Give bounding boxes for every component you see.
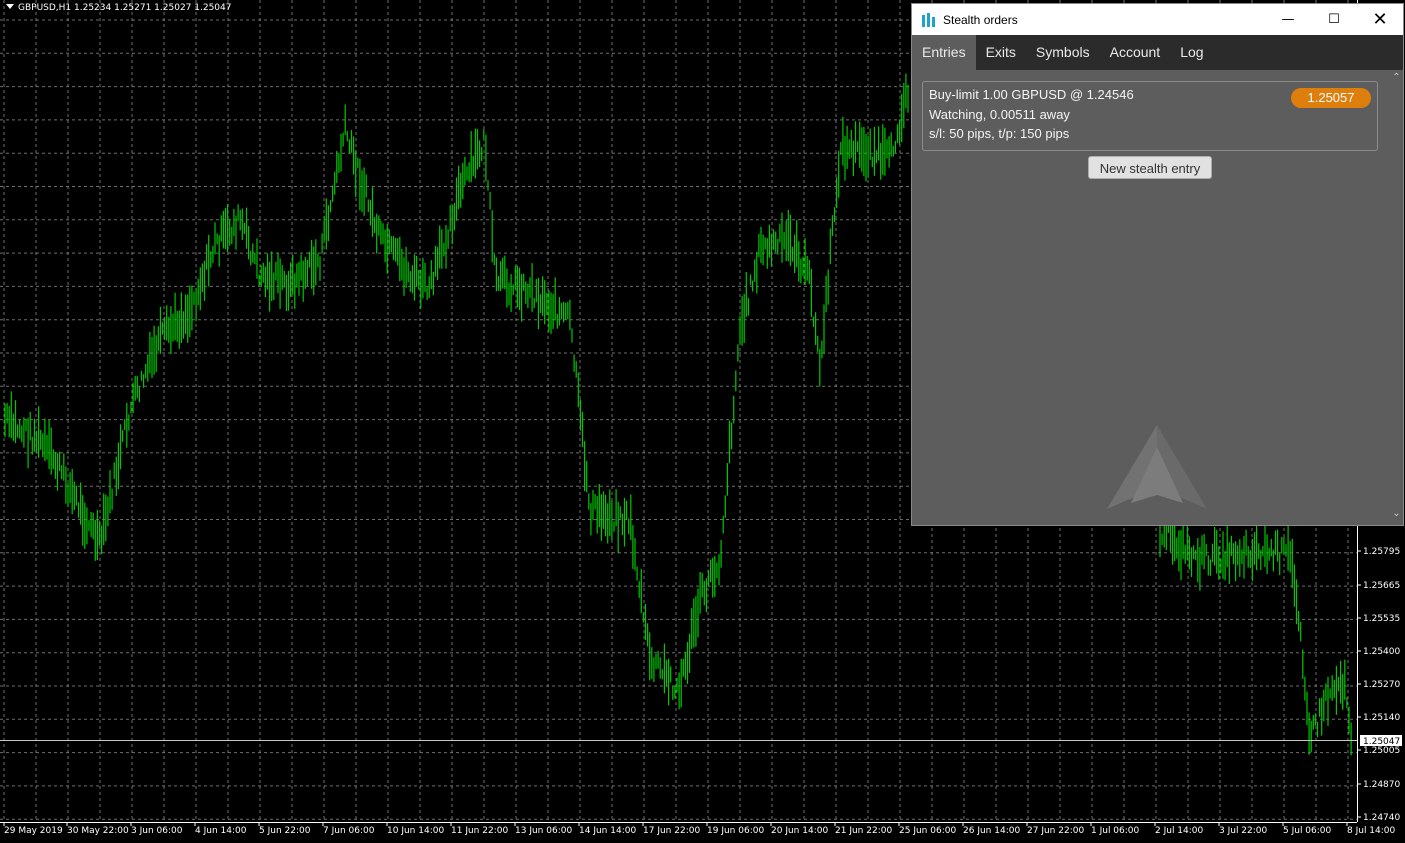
order-status: Watching, 0.00511 away: [929, 107, 1070, 122]
app-logo-icon: [922, 12, 936, 27]
collapse-triangle-icon[interactable]: [6, 4, 14, 9]
tab-symbols[interactable]: Symbols: [1026, 35, 1100, 70]
scrollbar[interactable]: ⌃ ⌄: [1390, 70, 1403, 525]
time-label: 3 Jul 22:00: [1219, 826, 1268, 836]
price-label: 1.24740: [1363, 813, 1400, 823]
tab-exits[interactable]: Exits: [976, 35, 1026, 70]
time-label: 1 Jul 06:00: [1091, 826, 1140, 836]
time-label: 13 Jun 06:00: [515, 826, 572, 836]
time-label: 17 Jun 22:00: [643, 826, 700, 836]
time-label: 29 May 2019: [4, 826, 63, 836]
time-label: 30 May 22:00: [67, 826, 129, 836]
order-sl-tp: s/l: 50 pips, t/p: 150 pips: [929, 126, 1070, 141]
time-label: 5 Jun 22:00: [259, 826, 311, 836]
symbol-info-text: GBPUSD,H1 1.25234 1.25271 1.25027 1.2504…: [18, 3, 232, 13]
order-card[interactable]: Buy-limit 1.00 GBPUSD @ 1.24546 Watching…: [922, 81, 1378, 151]
time-label: 20 Jun 14:00: [771, 826, 828, 836]
close-button[interactable]: ✕: [1357, 4, 1403, 35]
entries-panel: Buy-limit 1.00 GBPUSD @ 1.24546 Watching…: [912, 70, 1390, 525]
maximize-button[interactable]: ☐: [1311, 4, 1357, 35]
time-label: 21 Jun 22:00: [835, 826, 892, 836]
time-label: 3 Jun 06:00: [131, 826, 183, 836]
symbol-info: GBPUSD,H1 1.25234 1.25271 1.25027 1.2504…: [6, 3, 231, 13]
stealth-orders-window: Stealth orders — ☐ ✕ Entries Exits Symbo…: [911, 3, 1404, 526]
current-price-badge[interactable]: 1.25057: [1291, 88, 1371, 108]
price-label: 1.25535: [1363, 614, 1400, 624]
time-label: 10 Jun 14:00: [387, 826, 444, 836]
minimize-button[interactable]: —: [1265, 4, 1311, 35]
watermark-logo-icon: [1107, 425, 1207, 509]
order-summary: Buy-limit 1.00 GBPUSD @ 1.24546: [929, 87, 1134, 102]
time-label: 7 Jun 06:00: [323, 826, 375, 836]
price-label: 1.25400: [1363, 647, 1400, 657]
price-label: 1.25140: [1363, 713, 1400, 723]
time-label: 26 Jun 14:00: [963, 826, 1020, 836]
price-label: 1.25665: [1363, 581, 1400, 591]
tab-entries[interactable]: Entries: [912, 35, 976, 70]
price-label: 1.25270: [1363, 680, 1400, 690]
tab-account[interactable]: Account: [1100, 35, 1171, 70]
time-label: 11 Jun 22:00: [451, 826, 508, 836]
time-label: 14 Jun 14:00: [579, 826, 636, 836]
price-label: 1.25795: [1363, 547, 1400, 557]
window-title: Stealth orders: [943, 12, 1018, 27]
window-titlebar[interactable]: Stealth orders — ☐ ✕: [912, 4, 1403, 35]
scroll-up-icon[interactable]: ⌃: [1391, 72, 1402, 84]
time-label: 5 Jul 06:00: [1283, 826, 1332, 836]
time-label: 25 Jun 06:00: [899, 826, 956, 836]
time-label: 19 Jun 06:00: [707, 826, 764, 836]
time-label: 8 Jul 14:00: [1347, 826, 1396, 836]
price-label: 1.25005: [1363, 746, 1400, 756]
scroll-down-icon[interactable]: ⌄: [1391, 508, 1402, 520]
tab-log[interactable]: Log: [1170, 35, 1213, 70]
new-stealth-entry-button[interactable]: New stealth entry: [1088, 156, 1212, 179]
time-label: 4 Jun 14:00: [195, 826, 247, 836]
price-label: 1.24870: [1363, 780, 1400, 790]
time-label: 27 Jun 22:00: [1027, 826, 1084, 836]
time-label: 2 Jul 14:00: [1155, 826, 1204, 836]
current-price-label: 1.25047: [1363, 737, 1400, 747]
tab-bar: Entries Exits Symbols Account Log: [912, 35, 1403, 70]
